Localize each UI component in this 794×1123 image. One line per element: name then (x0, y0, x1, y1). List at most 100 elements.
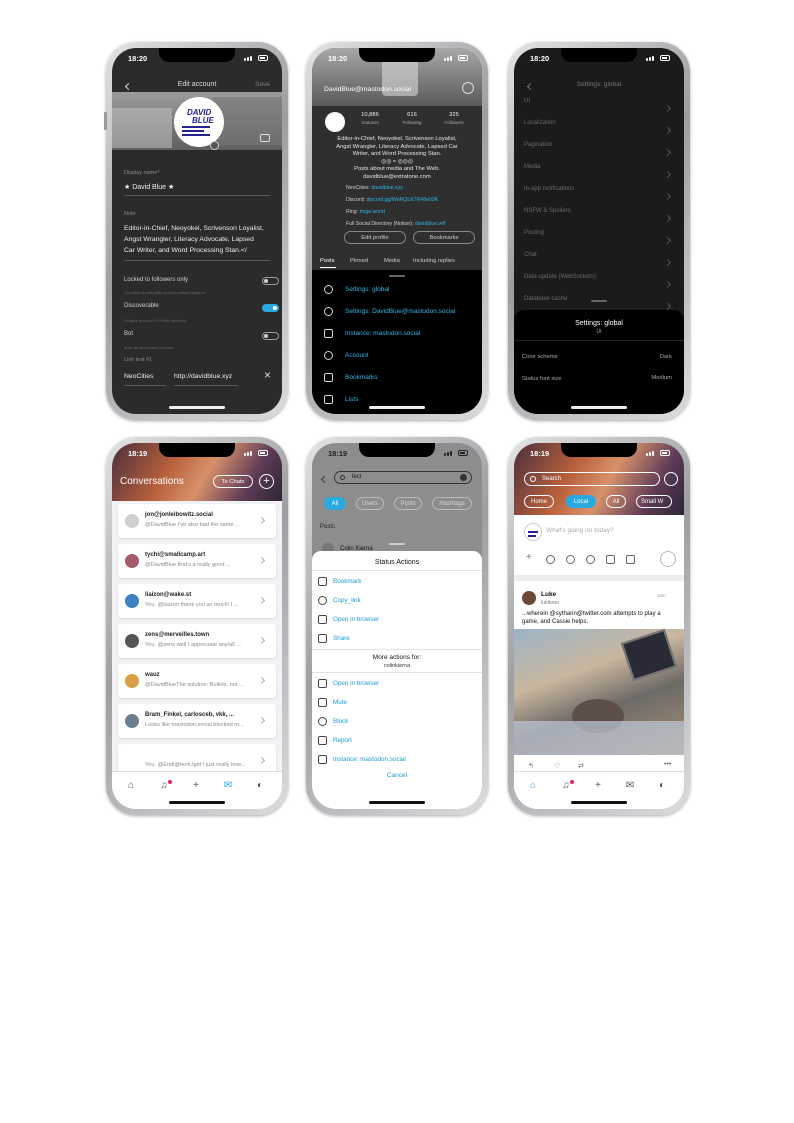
note-field[interactable]: Editor-in-Chief, Neoyokel, Scrivenson Lo… (124, 223, 272, 256)
tab-media[interactable]: Media (384, 258, 400, 264)
bookmarks-button[interactable]: Bookmarks (413, 231, 475, 244)
link-url-field[interactable]: http://davidblue.xyz (174, 373, 232, 380)
filter-posts[interactable]: Posts (394, 497, 422, 510)
more-block[interactable]: Block (312, 713, 482, 732)
search-field[interactable]: leci (334, 471, 472, 484)
action-copy-link[interactable]: Copy_link (312, 592, 482, 611)
emoji-icon[interactable] (566, 555, 575, 564)
chart-icon[interactable] (626, 555, 635, 564)
avatar[interactable] (522, 591, 536, 605)
menu-settings-global[interactable]: Settings: global (312, 280, 482, 301)
profile-link[interactable]: Full Social Directory (Notion): davidblu… (346, 221, 445, 227)
search-field[interactable]: Search (524, 472, 660, 486)
settings-row[interactable]: NSFW & Spoilers (524, 208, 674, 229)
send-icon[interactable] (660, 551, 676, 567)
reply-icon[interactable]: ↰ (528, 762, 534, 770)
settings-row[interactable]: Posting (524, 230, 674, 251)
link-value[interactable]: davidblue.wtf (415, 221, 445, 227)
action-bookmark[interactable]: Bookmark (312, 573, 482, 592)
display-name-field[interactable]: ★ David Blue ★ (124, 183, 174, 191)
chat-icon[interactable]: ✉ (625, 781, 635, 791)
settings-icon[interactable] (462, 82, 474, 94)
font-size-value[interactable]: Medium (651, 375, 672, 381)
chat-icon[interactable]: ✉ (223, 781, 233, 791)
link-name-field[interactable]: NeoCities (124, 373, 153, 380)
camera-icon[interactable] (210, 141, 219, 150)
profile-icon[interactable]: ◐ (657, 781, 667, 791)
link-value[interactable]: discord.gg/WeRQLK7R48e02K (366, 197, 438, 203)
boost-icon[interactable]: ⇄ (578, 762, 584, 770)
conversation-item[interactable]: Bram_Finkel, carlosceb, vkk, ... Looks li… (118, 704, 276, 738)
settings-row[interactable]: Chat (524, 252, 674, 273)
post-author[interactable]: Luke (541, 591, 556, 598)
compose-icon[interactable]: + (593, 781, 603, 791)
color-scheme-value[interactable]: Dark (660, 354, 672, 360)
menu-settings-account[interactable]: Settings: DavidBlue@mastodon.social (312, 302, 482, 323)
action-open-browser[interactable]: Open in browser (312, 611, 482, 630)
more-mute[interactable]: Mute (312, 694, 482, 713)
cancel-button[interactable]: Cancel (312, 772, 482, 779)
profile-link[interactable]: Ring: ringe.world (346, 209, 385, 215)
compose-input[interactable]: What's going on today? (546, 527, 614, 534)
filter-icon[interactable] (664, 472, 678, 486)
settings-row[interactable]: Media (524, 164, 674, 185)
action-share[interactable]: Share (312, 630, 482, 649)
edit-profile-button[interactable]: Edit profile (344, 231, 406, 244)
to-chats-button[interactable]: To Chats (213, 475, 253, 488)
post-image[interactable] (514, 629, 684, 755)
compose-icon[interactable]: + (191, 781, 201, 791)
poll-icon[interactable] (546, 555, 555, 564)
filter-all[interactable]: All (324, 497, 346, 510)
conversation-item[interactable]: jon@jonleibowitz.social @DavidBlue I've a… (118, 504, 276, 538)
settings-row[interactable]: In-app notifications (524, 186, 674, 207)
close-icon[interactable]: × (264, 368, 271, 382)
conversation-item[interactable]: liaizon@wake.st You: @liaizon thank you s… (118, 584, 276, 618)
settings-row[interactable]: Localization (524, 120, 674, 141)
filter-hashtags[interactable]: Hashtags (432, 497, 472, 510)
profile-icon[interactable]: ◐ (255, 781, 265, 791)
menu-bookmarks[interactable]: Bookmarks (312, 368, 482, 389)
camera-icon-header[interactable] (260, 134, 270, 142)
stat-value[interactable]: 325 (437, 112, 471, 118)
menu-account[interactable]: Account (312, 346, 482, 367)
tab-posts[interactable]: Posts (320, 258, 335, 264)
locked-toggle[interactable] (262, 277, 279, 285)
conversation-item[interactable]: zens@merveilles.town You: @zens well I ap… (118, 624, 276, 658)
profile-link[interactable]: NeoCities: davidblue.xyz (346, 185, 403, 191)
more-open-browser[interactable]: Open in browser (312, 675, 482, 694)
timeline-all[interactable]: All (606, 495, 626, 508)
menu-instance[interactable]: Instance: mastodon.social (312, 324, 482, 345)
home-icon[interactable]: ⌂ (528, 781, 538, 791)
conversation-item[interactable]: tychi@smallcamp.art @DavidBlue that's a r… (118, 544, 276, 578)
discoverable-toggle[interactable] (262, 304, 279, 312)
link-value[interactable]: ringe.world (360, 209, 385, 215)
clear-icon[interactable] (460, 474, 467, 481)
link-value[interactable]: davidblue.xyz (371, 185, 402, 191)
settings-row[interactable]: UI (524, 98, 674, 119)
timeline-small-web[interactable]: Small W (636, 495, 672, 508)
more-report[interactable]: Report (312, 732, 482, 751)
avatar[interactable] (325, 112, 345, 132)
avatar[interactable]: DAVID BLUE (174, 97, 224, 147)
stat-value[interactable]: 616 (395, 112, 429, 118)
add-icon[interactable]: + (526, 552, 532, 563)
home-icon[interactable]: ⌂ (126, 781, 136, 791)
bot-toggle[interactable] (262, 332, 279, 340)
filter-users[interactable]: Users (356, 497, 384, 510)
profile-link[interactable]: Discord: discord.gg/WeRQLK7R48e02K (346, 197, 438, 203)
settings-row[interactable]: Data update (WebSockets) (524, 274, 674, 295)
timeline-home[interactable]: Home (524, 495, 554, 508)
favourite-icon[interactable]: ♡ (554, 762, 560, 770)
more-icon[interactable]: ••• (664, 761, 671, 768)
save-button[interactable]: Save (255, 81, 270, 88)
tab-including-replies[interactable]: Including replies (413, 258, 455, 264)
back-icon[interactable] (320, 475, 329, 484)
settings-row[interactable]: Pagination (524, 142, 674, 163)
new-conversation-button[interactable]: + (259, 474, 274, 489)
mention-icon[interactable] (586, 555, 595, 564)
timeline-local[interactable]: Local (566, 495, 596, 508)
more-instance[interactable]: Instance: mastodon.social (312, 751, 482, 770)
conversation-item[interactable]: wauz @DavidBlueThe solution: Bullets, not… (118, 664, 276, 698)
code-icon[interactable] (606, 555, 615, 564)
tab-pinned[interactable]: Pinned (350, 258, 368, 264)
